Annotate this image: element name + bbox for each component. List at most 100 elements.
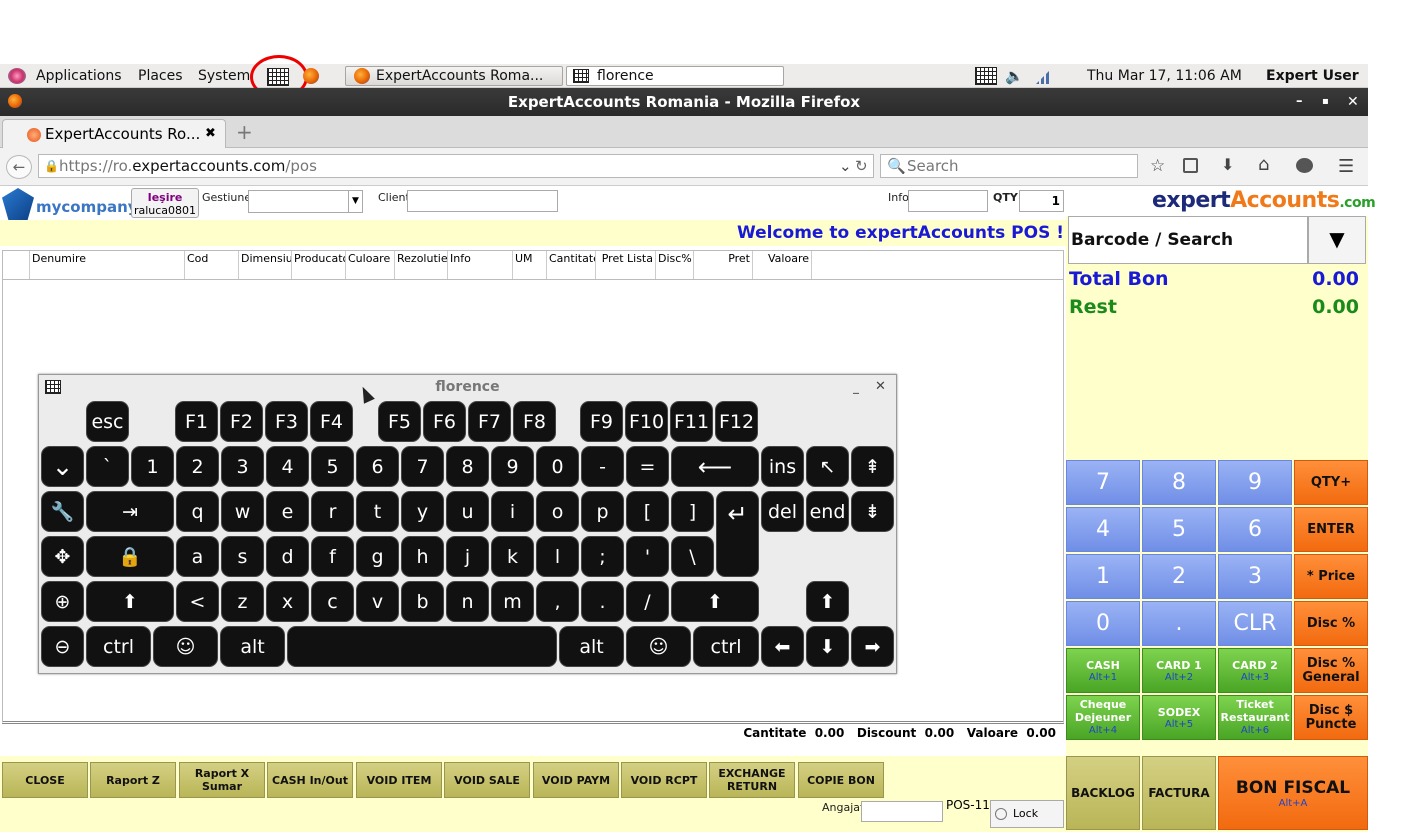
- factura-button[interactable]: FACTURA: [1142, 756, 1216, 830]
- cash-in-out-button[interactable]: CASH In/Out: [267, 762, 353, 798]
- key-rbracket[interactable]: ]: [671, 491, 714, 532]
- key-right-icon[interactable]: ➡: [851, 626, 894, 667]
- enter-button[interactable]: ENTER: [1294, 507, 1368, 552]
- key-b[interactable]: b: [401, 581, 444, 622]
- gestiune-select[interactable]: ▼: [248, 190, 363, 213]
- barcode-dropdown-icon[interactable]: ▼: [1308, 216, 1366, 264]
- hello-icon[interactable]: [1296, 158, 1313, 173]
- raport-x-button[interactable]: Raport X Sumar: [179, 762, 265, 798]
- key-collapse-icon[interactable]: ⌄: [41, 446, 84, 487]
- key-2[interactable]: 2: [176, 446, 219, 487]
- volume-icon[interactable]: 🔈: [1005, 67, 1024, 85]
- disc-puncte-button[interactable]: Disc $ Puncte: [1294, 695, 1368, 740]
- key-g[interactable]: g: [356, 536, 399, 577]
- taskbar-firefox[interactable]: ExpertAccounts Roma...: [345, 66, 563, 86]
- key-f11[interactable]: F11: [670, 401, 713, 442]
- florence-tray-icon[interactable]: [975, 67, 997, 85]
- key-r[interactable]: r: [311, 491, 354, 532]
- key-ctrl-left[interactable]: ctrl: [86, 626, 151, 667]
- key-s[interactable]: s: [221, 536, 264, 577]
- key-tab-icon[interactable]: ⇥: [86, 491, 174, 532]
- key-zoom-in-icon[interactable]: ⊕: [41, 581, 84, 622]
- key-1[interactable]: 1: [131, 446, 174, 487]
- key-8[interactable]: 8: [1142, 460, 1216, 505]
- key-capslock-icon[interactable]: 🔒: [86, 536, 174, 577]
- col-pret-lista[interactable]: Pret Lista: [596, 251, 656, 279]
- key-down-icon[interactable]: ⬇: [806, 626, 849, 667]
- angajat-input[interactable]: [861, 801, 943, 822]
- key-equals[interactable]: =: [626, 446, 669, 487]
- close-button[interactable]: CLOSE: [2, 762, 88, 798]
- backlog-button[interactable]: BACKLOG: [1066, 756, 1140, 830]
- user-menu[interactable]: Expert User: [1266, 68, 1359, 84]
- col-dimensiune[interactable]: Dimensiun: [239, 251, 292, 279]
- system-menu[interactable]: System: [198, 68, 250, 84]
- key-period[interactable]: .: [581, 581, 624, 622]
- key-3[interactable]: 3: [221, 446, 264, 487]
- key-a[interactable]: a: [176, 536, 219, 577]
- key-pagedown-icon[interactable]: ⇟: [851, 491, 894, 532]
- card1-button[interactable]: CARD 1 Alt+2: [1142, 648, 1216, 693]
- ticket-restaurant-button[interactable]: Ticket Restaurant Alt+6: [1218, 695, 1292, 740]
- barcode-search-input[interactable]: Barcode / Search: [1068, 216, 1308, 264]
- raport-z-button[interactable]: Raport Z: [90, 762, 176, 798]
- key-t[interactable]: t: [356, 491, 399, 532]
- applications-menu[interactable]: Applications: [36, 68, 122, 84]
- key-2[interactable]: 2: [1142, 554, 1216, 599]
- key-f10[interactable]: F10: [625, 401, 668, 442]
- col-rezolutie[interactable]: Rezolutie: [395, 251, 448, 279]
- reload-icon[interactable]: ↻: [855, 155, 868, 177]
- key-n[interactable]: n: [446, 581, 489, 622]
- key-slash[interactable]: /: [626, 581, 669, 622]
- key-minus[interactable]: -: [581, 446, 624, 487]
- col-cod[interactable]: Cod: [185, 251, 239, 279]
- tab-expertaccounts[interactable]: ExpertAccounts Ro... ✖: [2, 119, 226, 149]
- key-lbracket[interactable]: [: [626, 491, 669, 532]
- key-8[interactable]: 8: [446, 446, 489, 487]
- key-f8[interactable]: F8: [513, 401, 556, 442]
- key-v[interactable]: v: [356, 581, 399, 622]
- key-less[interactable]: <: [176, 581, 219, 622]
- col-valoare[interactable]: Valoare: [753, 251, 812, 279]
- void-rcpt-button[interactable]: VOID RCPT: [621, 762, 707, 798]
- qty-input[interactable]: 1: [1019, 190, 1064, 212]
- key-alt-right[interactable]: alt: [559, 626, 624, 667]
- key-f5[interactable]: F5: [378, 401, 421, 442]
- col-disc[interactable]: Disc%: [656, 251, 694, 279]
- key-move-icon[interactable]: ✥: [41, 536, 84, 577]
- key-7[interactable]: 7: [1066, 460, 1140, 505]
- key-c[interactable]: c: [311, 581, 354, 622]
- key-6[interactable]: 6: [356, 446, 399, 487]
- key-dot[interactable]: .: [1142, 601, 1216, 646]
- card2-button[interactable]: CARD 2 Alt+3: [1218, 648, 1292, 693]
- col-culoare[interactable]: Culoare: [346, 251, 395, 279]
- key-1[interactable]: 1: [1066, 554, 1140, 599]
- key-up-icon[interactable]: ⬆: [806, 581, 849, 622]
- key-9[interactable]: 9: [491, 446, 534, 487]
- void-paym-button[interactable]: VOID PAYM: [533, 762, 619, 798]
- home-icon[interactable]: ⌂: [1258, 154, 1269, 175]
- qty-plus-button[interactable]: QTY+: [1294, 460, 1368, 505]
- close-window-icon[interactable]: ✕: [1347, 88, 1359, 116]
- key-7[interactable]: 7: [401, 446, 444, 487]
- key-backspace-icon[interactable]: ⟵: [671, 446, 759, 487]
- key-super-left-icon[interactable]: ☺: [153, 626, 218, 667]
- bookmark-star-icon[interactable]: ☆: [1150, 156, 1165, 176]
- search-bar[interactable]: 🔍 Search: [880, 154, 1138, 178]
- reading-list-icon[interactable]: [1183, 158, 1198, 173]
- maximize-icon[interactable]: ▪: [1322, 88, 1329, 116]
- download-icon[interactable]: ⬇: [1221, 155, 1234, 174]
- col-info[interactable]: Info: [448, 251, 513, 279]
- clock[interactable]: Thu Mar 17, 11:06 AM: [1087, 68, 1242, 84]
- col-um[interactable]: UM: [513, 251, 547, 279]
- key-6[interactable]: 6: [1218, 507, 1292, 552]
- key-5[interactable]: 5: [311, 446, 354, 487]
- key-f[interactable]: f: [311, 536, 354, 577]
- key-0[interactable]: 0: [1066, 601, 1140, 646]
- key-zoom-out-icon[interactable]: ⊖: [41, 626, 84, 667]
- key-0[interactable]: 0: [536, 446, 579, 487]
- key-ins[interactable]: ins: [761, 446, 804, 487]
- client-input[interactable]: [407, 190, 558, 212]
- copie-bon-button[interactable]: COPIE BON: [798, 762, 884, 798]
- menu-icon[interactable]: ☰: [1338, 156, 1354, 177]
